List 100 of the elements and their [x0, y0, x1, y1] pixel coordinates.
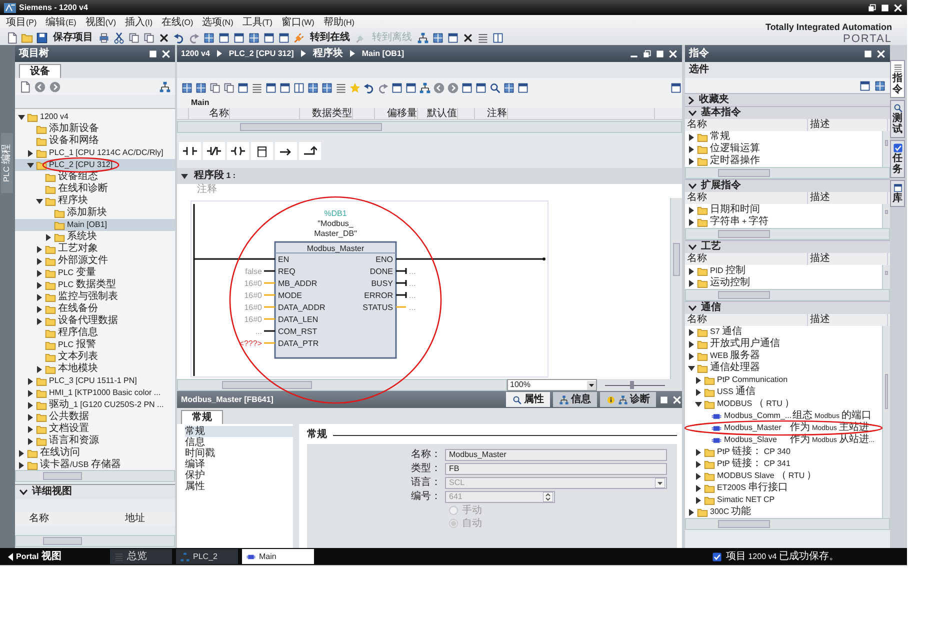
expand-arrow-icon[interactable] [695, 484, 702, 492]
close-icon[interactable] [668, 48, 678, 58]
toolbar-button[interactable]: 保存项目 [51, 32, 95, 44]
window-icon[interactable] [461, 82, 473, 94]
tree-item[interactable]: 文档设置 [15, 423, 175, 435]
instruction-item[interactable]: Modbus_Comm_... [685, 410, 792, 422]
network-icon[interactable] [419, 82, 431, 94]
tree-item[interactable]: 在线访问 [15, 447, 175, 459]
window-icon[interactable] [263, 32, 275, 44]
menu-item[interactable]: 帮助(H) [323, 16, 354, 28]
instruction-item[interactable]: 通信处理器 [685, 362, 789, 374]
tree-item[interactable]: PLC_2 [CPU 312] [15, 159, 175, 171]
expand-arrow-icon[interactable] [688, 133, 695, 141]
list-icon[interactable] [477, 32, 489, 44]
nav-item[interactable]: 时间戳 [185, 448, 293, 459]
menu-item[interactable]: 工具(T) [242, 16, 272, 28]
window-icon[interactable] [237, 82, 249, 94]
tree-item[interactable]: 驱动_1 [G120 CU250S-2 PN ... [15, 399, 175, 411]
window-icon[interactable] [233, 32, 245, 44]
caret-icon[interactable] [655, 478, 665, 488]
chevron-down-icon[interactable] [688, 182, 697, 190]
collapse-arrow-icon[interactable] [36, 197, 43, 205]
tree-item[interactable]: 本地模块 [15, 363, 175, 375]
expand-arrow-icon[interactable] [695, 460, 702, 468]
chevron-right-icon[interactable] [688, 96, 695, 104]
instruction-item[interactable]: Modbus_Master [685, 422, 789, 434]
tree-item[interactable]: 监控与强制表 [15, 291, 175, 303]
expand-arrow-icon[interactable] [695, 388, 702, 396]
instruction-item[interactable]: MODBUS Slave（RTU） [685, 470, 817, 482]
taskbar-tab[interactable]: Main [242, 549, 314, 564]
side-tab[interactable]: 库 [890, 180, 905, 207]
pages-icon[interactable] [223, 82, 235, 94]
tree-item[interactable]: PLC 报警 [15, 339, 175, 351]
contact-icon[interactable] [179, 142, 201, 160]
window-icon[interactable] [475, 82, 487, 94]
instruction-item[interactable]: 常规 [685, 131, 789, 143]
input-field[interactable]: FB [445, 462, 667, 474]
tree-item[interactable]: 程序块 [15, 195, 175, 207]
instruction-item[interactable]: PID 控制 [685, 265, 789, 277]
panel-tab[interactable]: 属性 [506, 392, 550, 407]
tree-item[interactable]: 读卡器/USB 存储器 [15, 459, 175, 470]
grid-icon[interactable] [181, 82, 193, 94]
save-icon[interactable] [36, 32, 48, 44]
restore-icon[interactable] [867, 2, 877, 12]
section-title[interactable]: 基本指令 [701, 107, 741, 119]
tree-item[interactable]: 文本列表 [15, 351, 175, 363]
tree-item[interactable]: 外部源文件 [15, 255, 175, 267]
expand-arrow-icon[interactable] [695, 448, 702, 456]
nav-item[interactable]: 信息 [185, 437, 293, 448]
tree-item[interactable]: 添加新块 [15, 207, 175, 219]
vertical-scrollbar[interactable] [882, 326, 890, 518]
pages-icon[interactable] [209, 82, 221, 94]
side-tab[interactable]: 任务 [890, 140, 905, 178]
tree-item[interactable]: Main [OB1] [15, 219, 175, 231]
expand-arrow-icon[interactable] [688, 206, 695, 214]
menu-item[interactable]: 窗口(W) [281, 16, 314, 28]
input-field[interactable]: Modbus_Master [445, 448, 667, 460]
menu-item[interactable]: 视图(V) [85, 16, 116, 28]
menu-item[interactable]: 项目(P) [6, 16, 37, 28]
expand-arrow-icon[interactable] [688, 352, 695, 360]
branch-open-icon[interactable] [275, 142, 297, 160]
grid-icon[interactable] [432, 32, 444, 44]
expand-arrow-icon[interactable] [688, 328, 695, 336]
collapse-arrow-icon[interactable] [18, 113, 25, 121]
expand-arrow-icon[interactable] [36, 293, 43, 301]
instruction-item[interactable]: 日期和时间 [685, 204, 789, 216]
close-icon[interactable] [893, 2, 903, 12]
window-icon[interactable] [278, 32, 290, 44]
expand-arrow-icon[interactable] [36, 305, 43, 313]
tree-item[interactable]: PLC_3 [CPU 1511-1 PN] [15, 375, 175, 387]
expand-arrow-icon[interactable] [688, 157, 695, 165]
expand-arrow-icon[interactable] [36, 317, 43, 325]
expand-arrow-icon[interactable] [27, 437, 34, 445]
undo-icon[interactable] [363, 82, 375, 94]
instruction-item[interactable]: MODBUS（RTU） [685, 398, 794, 410]
expand-arrow-icon[interactable] [18, 449, 25, 457]
expand-arrow-icon[interactable] [688, 508, 695, 516]
instruction-item[interactable]: 300C 功能 [685, 506, 789, 518]
tree-item[interactable]: PLC 变量 [15, 267, 175, 279]
tree-item[interactable]: PLC 数据类型 [15, 279, 175, 291]
tree-item[interactable]: 在线和诊断 [15, 183, 175, 195]
vertical-scrollbar[interactable] [670, 198, 682, 379]
scissors-icon[interactable] [113, 32, 125, 44]
document-icon[interactable] [19, 80, 31, 92]
panel-tab[interactable]: 诊断 [600, 392, 656, 407]
expand-arrow-icon[interactable] [36, 257, 43, 265]
grid-icon[interactable] [503, 82, 515, 94]
grid-icon[interactable] [307, 82, 319, 94]
chevron-down-icon[interactable] [19, 488, 28, 496]
instruction-item[interactable]: PtP 链接：CP 341 [685, 458, 790, 470]
expand-arrow-icon[interactable] [695, 472, 702, 480]
tree-item[interactable]: 设备代理数据 [15, 315, 175, 327]
menu-item[interactable]: 选项(N) [202, 16, 234, 28]
expand-arrow-icon[interactable] [688, 340, 695, 348]
tree-item[interactable]: HMI_1 [KTP1000 Basic color ... [15, 387, 175, 399]
vertical-scrollbar[interactable] [882, 265, 890, 289]
tree-item[interactable]: 工艺对象 [15, 243, 175, 255]
window-icon[interactable] [405, 82, 417, 94]
horizontal-scrollbar[interactable] [685, 167, 890, 179]
window-icon[interactable] [670, 82, 682, 94]
